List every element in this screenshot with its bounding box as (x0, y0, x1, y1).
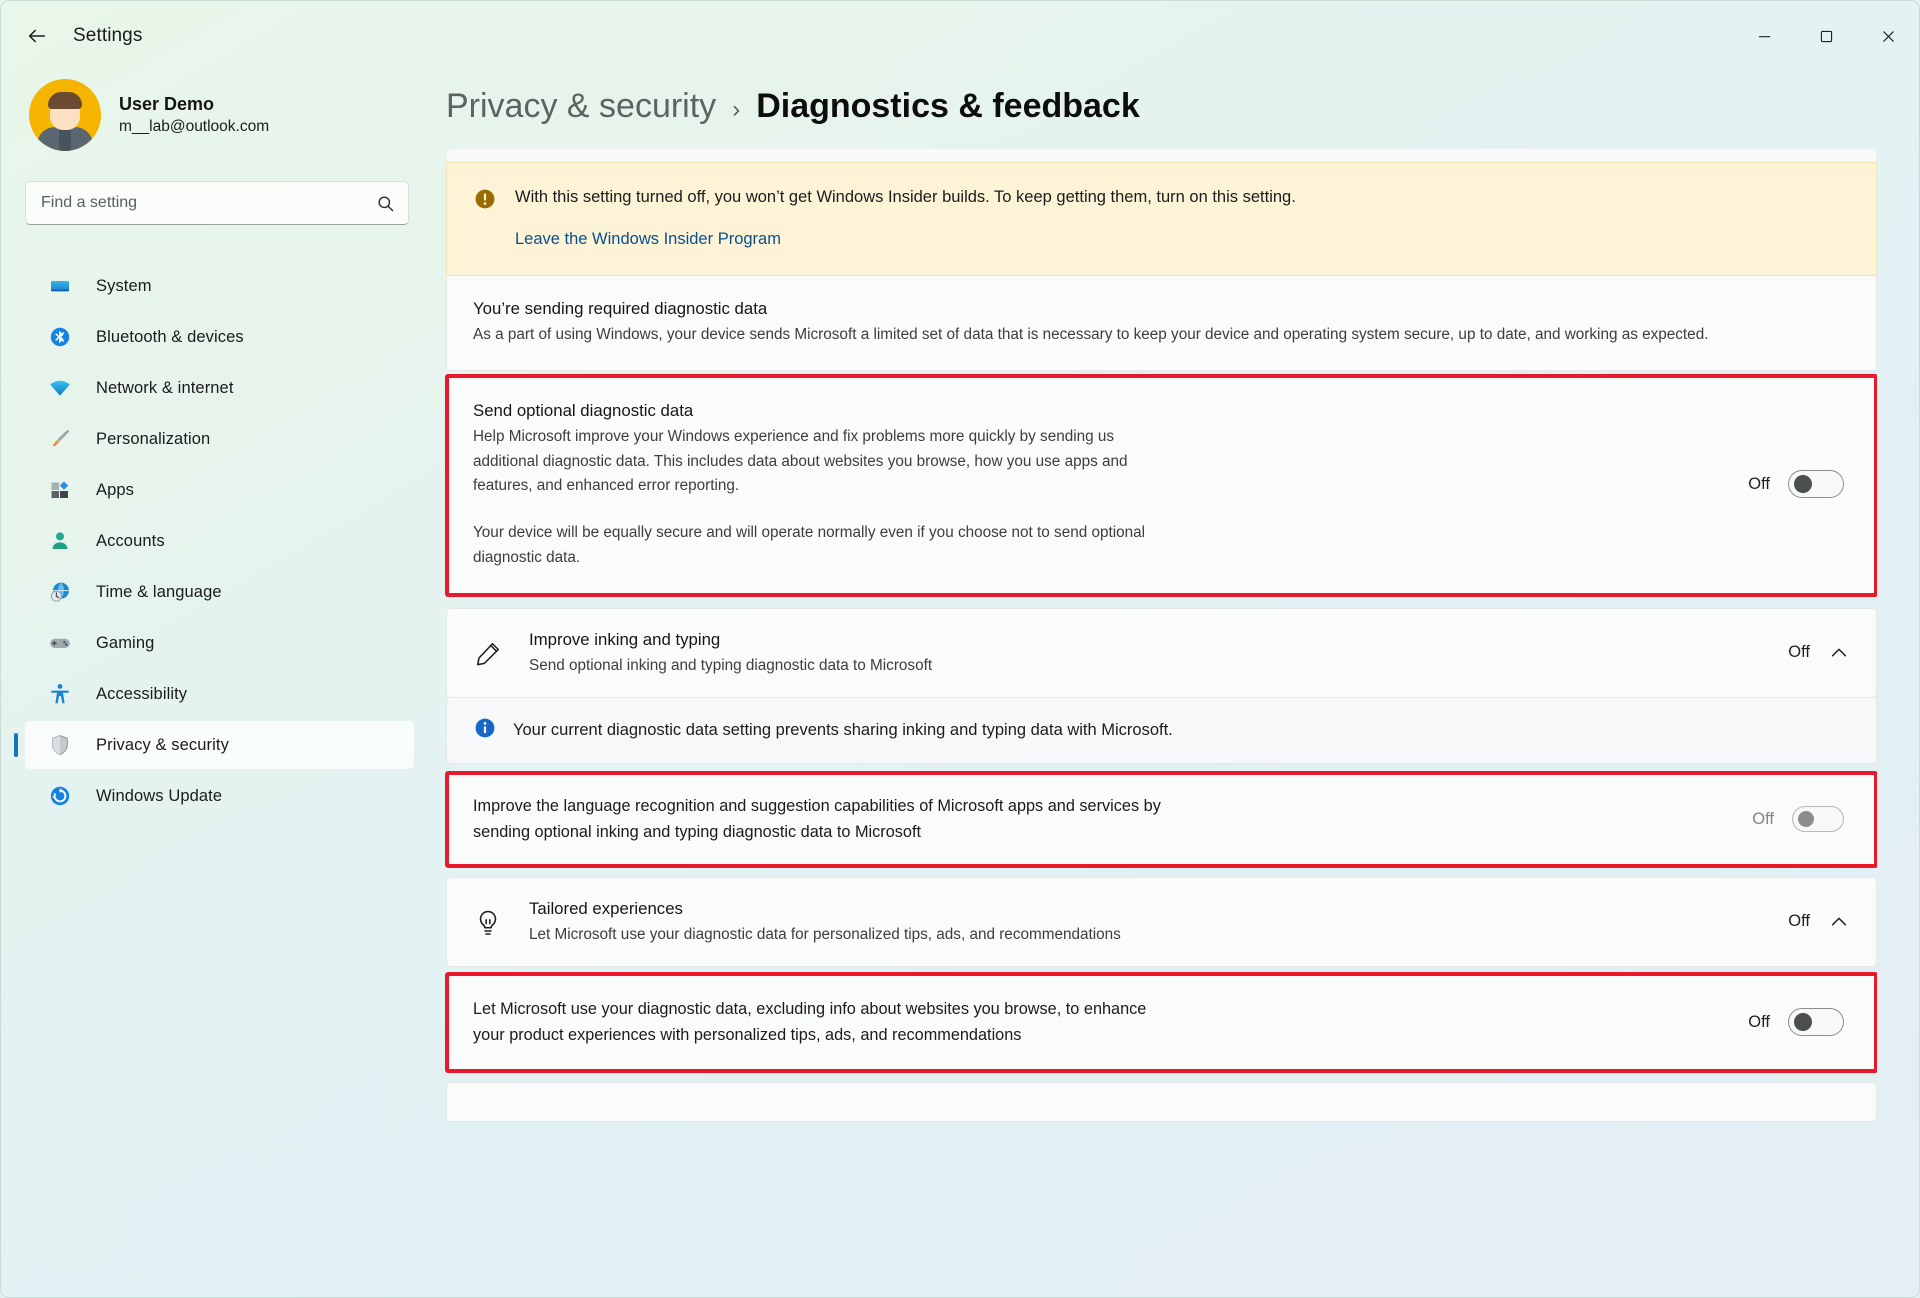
sidebar-item-gaming[interactable]: Gaming (25, 619, 414, 667)
sidebar-item-label: Apps (96, 481, 134, 500)
inking-language-toggle[interactable] (1792, 806, 1844, 832)
sidebar-item-label: Privacy & security (96, 736, 229, 755)
sidebar-item-label: Gaming (96, 634, 154, 653)
sidebar-item-label: Personalization (96, 430, 210, 449)
breadcrumb: Privacy & security › Diagnostics & feedb… (436, 71, 1877, 148)
avatar (29, 79, 101, 151)
sidebar-item-label: Accounts (96, 532, 165, 551)
inking-language-state: Off (1752, 810, 1774, 829)
sidebar-item-accessibility[interactable]: Accessibility (25, 670, 414, 718)
optional-data-description-2: Your device will be equally secure and w… (473, 521, 1173, 571)
content-pane: Privacy & security › Diagnostics & feedb… (436, 71, 1919, 1297)
tailored-description: Let Microsoft use your diagnostic data f… (529, 923, 1764, 948)
partial-card-below (446, 1082, 1877, 1122)
breadcrumb-parent[interactable]: Privacy & security (446, 87, 716, 126)
arrow-left-icon (26, 25, 48, 47)
back-button[interactable] (15, 14, 59, 58)
bluetooth-icon (45, 325, 75, 349)
inking-description: Send optional inking and typing diagnost… (529, 654, 1764, 679)
close-button[interactable] (1857, 1, 1919, 71)
sidebar-item-label: Network & internet (96, 379, 234, 398)
tailored-experiences-card[interactable]: Tailored experiences Let Microsoft use y… (446, 877, 1877, 967)
chevron-up-icon[interactable] (1828, 911, 1850, 933)
sidebar-item-bluetooth-devices[interactable]: Bluetooth & devices (25, 313, 414, 361)
inking-language-toggle-card[interactable]: Improve the language recognition and sug… (446, 772, 1877, 867)
wifi-icon (45, 376, 75, 400)
search-input[interactable] (41, 194, 376, 212)
required-data-description: As a part of using Windows, your device … (473, 323, 1850, 348)
app-title: Settings (73, 25, 142, 47)
gamepad-icon (45, 631, 75, 655)
partial-card-above (446, 148, 1877, 162)
sidebar-item-label: Time & language (96, 583, 222, 602)
sidebar-item-accounts[interactable]: Accounts (25, 517, 414, 565)
insider-warning-text: With this setting turned off, you won’t … (515, 185, 1850, 210)
sidebar-item-personalization[interactable]: Personalization (25, 415, 414, 463)
minimize-button[interactable] (1733, 1, 1795, 71)
apps-icon (45, 478, 75, 502)
close-icon (1881, 29, 1896, 44)
search-box[interactable] (25, 181, 409, 225)
globe-clock-icon (45, 580, 75, 604)
insider-warning-banner: With this setting turned off, you won’t … (446, 162, 1877, 276)
leave-insider-program-link[interactable]: Leave the Windows Insider Program (515, 230, 781, 249)
account-name: User Demo (119, 92, 269, 116)
window-controls (1733, 1, 1919, 71)
sidebar-item-windows-update[interactable]: Windows Update (25, 772, 414, 820)
chevron-up-icon[interactable] (1828, 642, 1850, 664)
minimize-icon (1757, 29, 1772, 44)
search-icon (376, 194, 395, 213)
account-block[interactable]: User Demo m__lab@outlook.com (29, 79, 414, 151)
maximize-button[interactable] (1795, 1, 1857, 71)
sidebar-item-time-language[interactable]: Time & language (25, 568, 414, 616)
monitor-icon (45, 274, 75, 298)
required-data-title: You’re sending required diagnostic data (473, 296, 1850, 321)
settings-scroll-area[interactable]: With this setting turned off, you won’t … (436, 148, 1877, 1297)
update-refresh-icon (45, 784, 75, 808)
account-email: m__lab@outlook.com (119, 117, 269, 138)
sidebar-item-label: Accessibility (96, 685, 187, 704)
sidebar-item-label: System (96, 277, 152, 296)
inking-state: Off (1788, 643, 1810, 662)
sidebar: User Demo m__lab@outlook.com System (1, 71, 436, 1297)
improve-inking-typing-card[interactable]: Improve inking and typing Send optional … (446, 608, 1877, 698)
shield-icon (45, 733, 75, 757)
tailored-experiences-toggle[interactable] (1788, 1008, 1844, 1036)
sidebar-item-label: Bluetooth & devices (96, 328, 244, 347)
optional-diagnostic-data-card[interactable]: Send optional diagnostic data Help Micro… (446, 375, 1877, 596)
required-diagnostic-data-card: You’re sending required diagnostic data … (446, 276, 1877, 371)
sidebar-item-label: Windows Update (96, 787, 222, 806)
optional-data-toggle[interactable] (1788, 470, 1844, 498)
sidebar-item-network-internet[interactable]: Network & internet (25, 364, 414, 412)
optional-data-description: Help Microsoft improve your Windows expe… (473, 425, 1173, 499)
warning-icon (473, 185, 497, 249)
maximize-icon (1819, 29, 1834, 44)
paintbrush-icon (45, 427, 75, 451)
tailored-title: Tailored experiences (529, 896, 1764, 921)
inking-info-text: Your current diagnostic data setting pre… (513, 721, 1173, 740)
accessibility-icon (45, 682, 75, 706)
page-title: Diagnostics & feedback (756, 87, 1140, 126)
inking-info-banner: Your current diagnostic data setting pre… (446, 698, 1877, 764)
inking-language-text: Improve the language recognition and sug… (473, 793, 1173, 846)
sidebar-nav: System Bluetooth & devices Network & int… (1, 259, 414, 823)
breadcrumb-separator: › (732, 96, 740, 124)
title-bar: Settings (1, 1, 1919, 71)
tailored-toggle-state: Off (1748, 1013, 1770, 1032)
optional-data-state: Off (1748, 475, 1770, 494)
sidebar-item-privacy-security[interactable]: Privacy & security (25, 721, 414, 769)
settings-window: Settings User Demo m__lab@ (0, 0, 1920, 1298)
optional-data-title: Send optional diagnostic data (473, 398, 1724, 423)
person-icon (45, 529, 75, 553)
tailored-toggle-card[interactable]: Let Microsoft use your diagnostic data, … (446, 973, 1877, 1072)
info-icon (473, 716, 497, 745)
inking-title: Improve inking and typing (529, 627, 1764, 652)
lightbulb-icon (473, 906, 529, 938)
sidebar-item-apps[interactable]: Apps (25, 466, 414, 514)
pen-icon (473, 637, 529, 669)
tailored-toggle-text: Let Microsoft use your diagnostic data, … (473, 996, 1173, 1049)
sidebar-item-system[interactable]: System (25, 262, 414, 310)
tailored-state: Off (1788, 912, 1810, 931)
